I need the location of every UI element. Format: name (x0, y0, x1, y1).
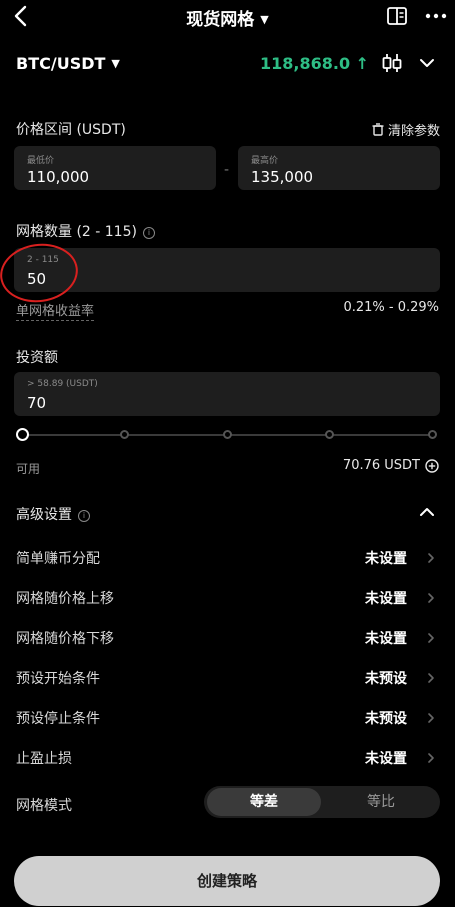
chevron-right-icon (428, 673, 434, 683)
advanced-row-label: 网格随价格下移 (16, 631, 114, 647)
advanced-row-value: 未预设 (365, 671, 407, 687)
pair-selector[interactable]: BTC/USDT ▼ (16, 54, 120, 73)
grid-yield-label: 单网格收益率 (16, 304, 95, 321)
available-label: 可用 (16, 462, 41, 476)
caret-down-icon: ▼ (111, 57, 120, 70)
advanced-row-value: 未设置 (365, 751, 407, 767)
investment-input[interactable]: > 58.89 (USDT) 70 (14, 372, 440, 416)
available-balance: 70.76 USDT (343, 458, 439, 473)
chevron-right-icon (428, 593, 434, 603)
advanced-row-label: 止盈止损 (16, 751, 72, 767)
min-price-input[interactable]: 最低价 110,000 (14, 146, 216, 190)
candlestick-chart-icon[interactable] (380, 52, 404, 74)
advanced-row-value: 未设置 (365, 591, 407, 607)
max-price-input[interactable]: 最高价 135,000 (238, 146, 440, 190)
chevron-right-icon (428, 633, 434, 643)
create-strategy-button[interactable]: 创建策略 (14, 856, 440, 906)
grid-mode-arithmetic[interactable]: 等差 (207, 788, 321, 816)
grid-mode-geometric[interactable]: 等比 (324, 788, 438, 816)
grid-mode-label: 网格模式 (16, 798, 72, 814)
chevron-right-icon (428, 753, 434, 763)
info-icon[interactable]: i (78, 510, 90, 522)
chevron-up-icon[interactable] (418, 505, 436, 519)
slider-step-25[interactable] (120, 430, 129, 439)
slider-step-50[interactable] (223, 430, 232, 439)
grid-mode-toggle[interactable]: 等差 等比 (204, 786, 440, 818)
chevron-right-icon (428, 713, 434, 723)
price-range-label: 价格区间 (USDT) (16, 122, 126, 138)
advanced-row-value: 未预设 (365, 711, 407, 727)
investment-label: 投资额 (16, 350, 58, 366)
advanced-row-label: 网格随价格上移 (16, 591, 114, 607)
slider-handle[interactable] (16, 428, 29, 441)
advanced-row-label: 预设开始条件 (16, 671, 100, 687)
add-funds-icon[interactable] (425, 458, 439, 473)
advanced-row-value: 未设置 (365, 631, 407, 647)
info-icon[interactable]: i (142, 227, 155, 239)
more-dots-icon[interactable] (424, 6, 448, 26)
grid-yield-value: 0.21% - 0.29% (343, 300, 439, 315)
slider-step-100[interactable] (428, 430, 437, 439)
trash-icon (372, 123, 384, 136)
range-separator: - (224, 162, 230, 178)
price-up-arrow-icon: ↑ (355, 54, 370, 73)
slider-step-75[interactable] (325, 430, 334, 439)
advanced-row-value: 未设置 (365, 551, 407, 567)
chevron-down-icon[interactable] (418, 56, 436, 70)
book-icon[interactable] (386, 6, 408, 26)
caret-down-icon: ▼ (260, 13, 269, 26)
clear-params-button[interactable]: 清除参数 (372, 120, 440, 139)
last-price: 118,868.0 ↑ (260, 54, 370, 73)
chevron-right-icon (428, 553, 434, 563)
advanced-row-label: 预设停止条件 (16, 711, 100, 727)
grid-count-label: 网格数量 (2 - 115) i (16, 221, 155, 241)
advanced-row-label: 简单赚币分配 (16, 551, 100, 567)
advanced-settings-header[interactable]: 高级设置 i (16, 504, 90, 524)
